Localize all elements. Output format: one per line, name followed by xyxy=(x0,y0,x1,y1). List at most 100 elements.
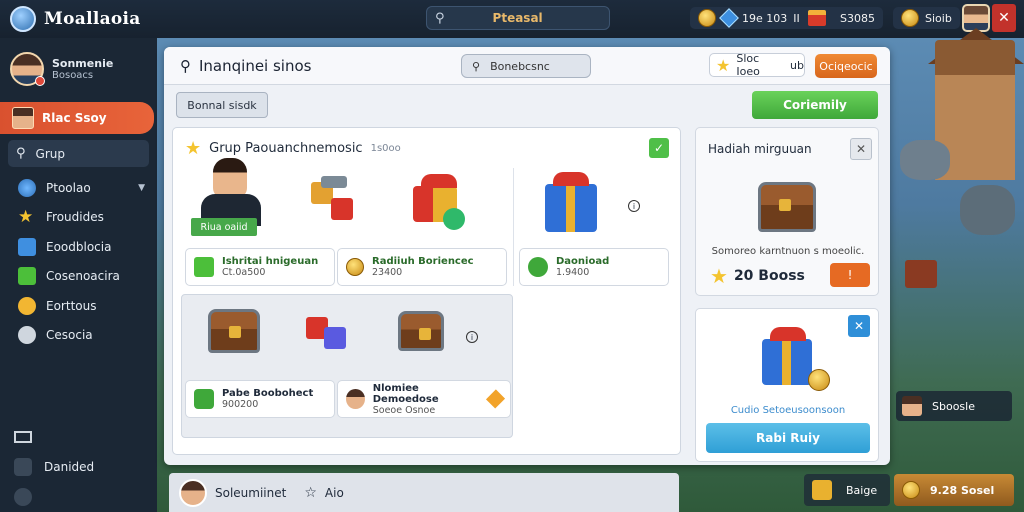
reward-card: Hadiah mirguuan ✕ Somoreo karntnuon s mo… xyxy=(695,127,879,296)
reward-amount-text: 20 Booss xyxy=(733,268,805,284)
sidebar-item-active[interactable]: Rlac Ssoy xyxy=(0,102,154,134)
sidebar-item-cesocia[interactable]: Cesocia xyxy=(0,321,157,351)
chest-icon[interactable] xyxy=(398,311,444,351)
chevron-down-icon: ▼ xyxy=(138,182,145,193)
promo-button[interactable]: Rabi Ruiy xyxy=(706,423,870,453)
green-badge-icon xyxy=(194,389,214,409)
bottom-chip-gold[interactable]: 9.28 Sosel xyxy=(894,474,1014,506)
coin-icon xyxy=(902,481,920,499)
sidebar-item-grup[interactable]: ⚲ Grup xyxy=(8,140,149,167)
info-icon[interactable]: i xyxy=(466,331,478,343)
check-icon[interactable]: ✓ xyxy=(649,138,669,158)
chest-icon[interactable] xyxy=(208,309,260,353)
page-title-text: Inanqinei sinos xyxy=(199,56,312,75)
promo-card: ✕ Cudio Setoeusoonsoon Rabi Ruiy xyxy=(695,308,879,462)
info-pill[interactable]: Nlomiee Demoedose Soeoe Osnoe xyxy=(337,380,511,418)
sidebar-item-label: Eoodblocia xyxy=(46,239,112,254)
circle-icon xyxy=(18,326,36,345)
profile-card[interactable]: Sonmenie Bosoacs xyxy=(0,38,157,96)
top-search-label: Pteasal xyxy=(492,11,543,25)
info-pill[interactable]: Pabe Boobohect 900200 xyxy=(185,380,335,418)
reward-card-desc: Somoreo karntnuon s moeolic. xyxy=(711,246,865,257)
currency-gold-value: Sioib xyxy=(925,11,952,25)
star-icon: ★ xyxy=(710,264,728,288)
star-icon: ★ xyxy=(18,207,34,228)
chat-name: Soleumiinet xyxy=(215,485,287,500)
green-button[interactable]: Coriemily xyxy=(752,91,878,119)
gift-icon xyxy=(762,327,812,385)
info-pill[interactable]: Daonioad 1.9400 xyxy=(519,248,669,286)
inbox-icon[interactable] xyxy=(0,422,157,452)
hero-character[interactable] xyxy=(199,158,263,226)
gold-icon xyxy=(901,9,919,27)
settings-icon[interactable] xyxy=(0,482,157,512)
currency-gifts[interactable]: S3085 xyxy=(800,7,883,29)
top-search-bar[interactable]: ⚲ Pteasal xyxy=(426,6,610,30)
rock-illustration xyxy=(960,185,1015,235)
group-title: Grup Paouanchnemosic xyxy=(209,141,363,156)
search-icon: ⚲ xyxy=(435,10,445,26)
sidebar-item-label: Eorttous xyxy=(46,298,97,313)
sidebar-item-eoodblocia[interactable]: Eoodblocia xyxy=(0,232,157,262)
promo-caption: Cudio Setoeusoonsoon xyxy=(730,405,846,416)
info-pill-sub: Soeoe Osnoe xyxy=(372,404,436,416)
currency-coins-value: 19e 103 xyxy=(742,11,788,25)
sidebar-item-ptoolao[interactable]: Ptoolao ▼ xyxy=(0,173,157,203)
close-icon[interactable]: ✕ xyxy=(848,315,870,337)
search-icon: ⚲ xyxy=(472,59,481,73)
cube-icon xyxy=(321,176,347,188)
star-filter[interactable]: ★ Sloc Ioeo ub xyxy=(709,52,805,78)
app-logo[interactable]: Moallaoia xyxy=(10,6,160,32)
coin-icon xyxy=(346,258,364,276)
gem-icon xyxy=(485,389,506,409)
info-pill-sub: 23400 xyxy=(372,267,403,278)
info-pill[interactable]: Radiiuh Boriencec 23400 xyxy=(337,248,507,286)
info-pill[interactable]: Ishritai hnigeuan Ct.0a500 xyxy=(185,248,335,286)
info-pill-sub: 1.9400 xyxy=(556,267,590,278)
close-icon[interactable]: ✕ xyxy=(992,4,1016,32)
orange-button[interactable]: Ociqeocic xyxy=(815,54,877,78)
sidebar-item-eorttous[interactable]: Eorttous xyxy=(0,291,157,321)
badge-icon xyxy=(812,480,832,500)
cube-icon xyxy=(331,198,353,220)
user-avatar[interactable] xyxy=(962,4,990,32)
star-filter-label: Sloc Ioeo xyxy=(736,52,760,78)
star-icon: ★ xyxy=(185,138,202,159)
chest-icon xyxy=(758,182,816,232)
sidebar-item-label: Rlac Ssoy xyxy=(42,111,107,125)
notification-dot xyxy=(35,76,45,86)
sidebar: Sonmenie Bosoacs Rlac Ssoy ⚲ Grup Ptoola… xyxy=(0,38,157,512)
sidebar-item-froudides[interactable]: ★ Froudides xyxy=(0,203,157,233)
sidebar-item-label: Cosenoacira xyxy=(46,269,120,284)
globe-icon xyxy=(18,178,36,197)
sidebar-item-label: Grup xyxy=(35,146,65,161)
currency-gold[interactable]: Sioib xyxy=(893,7,960,29)
info-icon[interactable]: i xyxy=(628,200,640,212)
chat-bar[interactable]: Soleumiinet ☆ Aio xyxy=(169,473,679,512)
search-input[interactable]: ⚲ Bonebcsnc xyxy=(461,54,591,78)
top-bar: Moallaoia ⚲ Pteasal 19e 103 IIXD S3085 S… xyxy=(0,0,1024,38)
claim-button[interactable]: ! xyxy=(830,263,870,287)
close-icon[interactable]: ✕ xyxy=(850,138,872,160)
gift-icon xyxy=(545,172,597,232)
grey-button[interactable]: Bonnal sisdk xyxy=(176,92,268,118)
coin-icon xyxy=(808,369,830,391)
info-pill-title: Radiiuh Boriencec xyxy=(372,256,474,267)
avatar xyxy=(346,389,365,409)
face-icon xyxy=(18,296,36,315)
scene-chip[interactable]: Sboosle xyxy=(896,391,1012,421)
info-pill-title: Ishritai hnigeuan xyxy=(222,256,319,267)
hero-badge[interactable]: Riua oaiid xyxy=(191,218,257,236)
square-icon xyxy=(14,458,32,476)
profile-sub: Bosoacs xyxy=(52,70,94,81)
search-icon: ⚲ xyxy=(16,146,26,161)
star-filter-suffix: ub xyxy=(790,58,804,72)
main-header: ⚲ Inanqinei sinos ⚲ Bonebcsnc ★ Sloc Ioe… xyxy=(164,47,890,85)
hero-face xyxy=(213,158,247,198)
star-outline-icon: ☆ xyxy=(304,484,317,501)
bottom-chip-badge[interactable]: Baige xyxy=(804,474,890,506)
search-icon: ⚲ xyxy=(180,56,191,75)
sidebar-item-danided[interactable]: Danided xyxy=(0,452,157,482)
info-pill-title: Pabe Boobohect xyxy=(222,388,314,399)
sidebar-item-cosenoacira[interactable]: Cosenoacira xyxy=(0,262,157,292)
